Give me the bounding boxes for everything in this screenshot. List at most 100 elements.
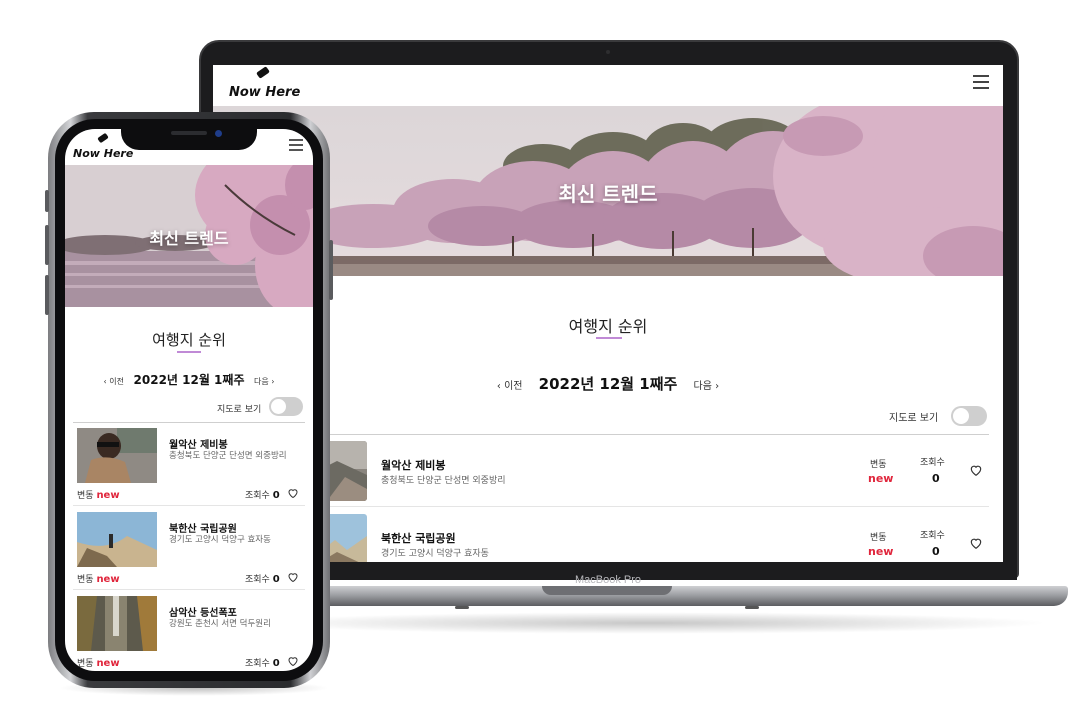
phone-screen: Now Here 최신 트렌드 여행지 순위 ‹ 이전 2022년 12월 1째… (65, 129, 313, 671)
views-label: 조회수 (245, 491, 270, 501)
hero-banner: 최신 트렌드 (65, 165, 313, 307)
views-indicator: 조회수 0 (245, 572, 280, 585)
map-view-toggle[interactable] (269, 397, 303, 416)
change-value: new (96, 490, 120, 501)
week-navigator: ‹ 이전 2022년 12월 1째주 다음 › (213, 373, 1003, 394)
views-value: 0 (272, 574, 280, 585)
views-label: 조회수 (245, 659, 270, 669)
phone-camera (215, 130, 222, 137)
map-view-toggle[interactable] (951, 406, 987, 426)
place-thumbnail (77, 512, 157, 567)
row-separator (73, 505, 305, 506)
place-name: 북한산 국립공원 (169, 524, 237, 535)
list-item[interactable]: 북한산 국립공원 경기도 고양시 덕양구 효자동 변동 new 조회수 0 (65, 508, 313, 591)
list-item[interactable]: 월악산 제비봉 충청북도 단양군 단성면 외중방리 변동 new 조회수 0 (65, 424, 313, 507)
list-item[interactable]: 월악산 제비봉 충청북도 단양군 단성면 외중방리 변동 new 조회수 0 (213, 435, 1003, 507)
place-name: 삼악산 등선폭포 (169, 608, 237, 619)
chevron-right-icon: › (268, 377, 275, 386)
brush-icon (97, 132, 109, 144)
hamburger-menu-icon[interactable] (973, 75, 989, 89)
phone-side-button (45, 275, 49, 315)
views-value: 0 (932, 545, 940, 558)
change-label: 변동 (77, 491, 94, 501)
next-week-button[interactable]: 다음 › (254, 377, 274, 386)
next-label: 다음 (693, 381, 712, 392)
change-value: new (96, 574, 120, 585)
brush-icon (256, 66, 270, 79)
place-address: 충청북도 단양군 단성면 외중방리 (169, 451, 287, 461)
toggle-knob (271, 399, 286, 414)
place-name: 월악산 제비봉 (381, 459, 446, 472)
heart-icon[interactable] (287, 487, 299, 499)
change-indicator: 변동 new (77, 488, 120, 501)
change-indicator: 변동 new (77, 656, 120, 669)
map-toggle-label: 지도로 보기 (217, 405, 262, 415)
views-label: 조회수 (920, 458, 945, 468)
toggle-knob (953, 408, 969, 424)
ranking-title: 여행지 순위 (568, 317, 648, 336)
change-label: 변동 (77, 659, 94, 669)
place-name: 월악산 제비봉 (169, 440, 228, 451)
laptop-shadow (250, 612, 1050, 634)
place-thumbnail (77, 428, 157, 483)
prev-week-button[interactable]: ‹ 이전 (497, 381, 523, 392)
current-week-label: 2022년 12월 1째주 (133, 373, 245, 387)
ranking-title: 여행지 순위 (152, 331, 226, 349)
views-value: 0 (932, 472, 940, 485)
row-separator (329, 506, 989, 507)
views-indicator: 조회수 0 (245, 656, 280, 669)
hero-title: 최신 트렌드 (149, 229, 229, 248)
place-thumbnail (77, 596, 157, 651)
place-address: 강원도 춘천시 서면 덕두원리 (169, 619, 271, 629)
views-label: 조회수 (245, 575, 270, 585)
list-divider (73, 422, 305, 423)
list-item[interactable]: 북한산 국립공원 경기도 고양시 덕양구 효자동 변동 new 조회수 0 (213, 508, 1003, 562)
title-underline (596, 337, 622, 339)
prev-label: 이전 (109, 377, 125, 386)
prev-week-button[interactable]: ‹ 이전 (104, 377, 124, 386)
hamburger-menu-icon[interactable] (289, 139, 303, 151)
views-label: 조회수 (920, 531, 945, 541)
laptop-screen: Now Here 최신 트렌드 여행지 순위 ‹ 이전 2022년 12월 1째… (213, 65, 1003, 562)
phone-speaker (171, 131, 207, 135)
change-label: 변동 (870, 460, 887, 470)
place-address: 경기도 고양시 덕양구 효자동 (169, 535, 271, 545)
heart-icon[interactable] (969, 463, 983, 477)
views-value: 0 (272, 490, 280, 501)
map-toggle-label: 지도로 보기 (889, 413, 939, 424)
views-value: 0 (272, 658, 280, 669)
hero-title: 최신 트렌드 (558, 182, 658, 206)
phone-notch (121, 124, 257, 150)
phone-side-button (45, 190, 49, 212)
laptop-base-notch (542, 586, 672, 595)
change-value: new (868, 545, 894, 558)
change-label: 변동 (870, 533, 887, 543)
views-indicator: 조회수 0 (245, 488, 280, 501)
title-underline (177, 351, 201, 353)
chevron-right-icon: › (711, 381, 720, 392)
heart-icon[interactable] (287, 571, 299, 583)
change-label: 변동 (77, 575, 94, 585)
week-navigator: ‹ 이전 2022년 12월 1째주 다음 › (65, 371, 313, 388)
heart-icon[interactable] (287, 655, 299, 667)
next-week-button[interactable]: 다음 › (694, 381, 720, 392)
logo-text: Now Here (229, 85, 301, 100)
change-value: new (96, 658, 120, 669)
laptop-camera (606, 50, 610, 54)
logo-text: Now Here (73, 147, 134, 160)
place-address: 경기도 고양시 덕양구 효자동 (381, 549, 489, 559)
next-label: 다음 (253, 377, 269, 386)
place-address: 충청북도 단양군 단성면 외중방리 (381, 476, 506, 486)
laptop-foot (455, 606, 469, 609)
change-indicator: 변동 new (77, 572, 120, 585)
phone-side-button (329, 240, 333, 300)
laptop-foot (745, 606, 759, 609)
phone-side-button (45, 225, 49, 265)
current-week-label: 2022년 12월 1째주 (538, 375, 678, 393)
device-mockup-stage: MacBook Pro Now Here 최신 트렌드 여행지 순위 ‹ 이전 … (0, 0, 1080, 720)
place-name: 북한산 국립공원 (381, 532, 456, 545)
list-item[interactable]: 삼악산 등선폭포 강원도 춘천시 서면 덕두원리 변동 new 조회수 0 (65, 592, 313, 671)
heart-icon[interactable] (969, 536, 983, 550)
change-value: new (868, 472, 894, 485)
row-separator (73, 589, 305, 590)
